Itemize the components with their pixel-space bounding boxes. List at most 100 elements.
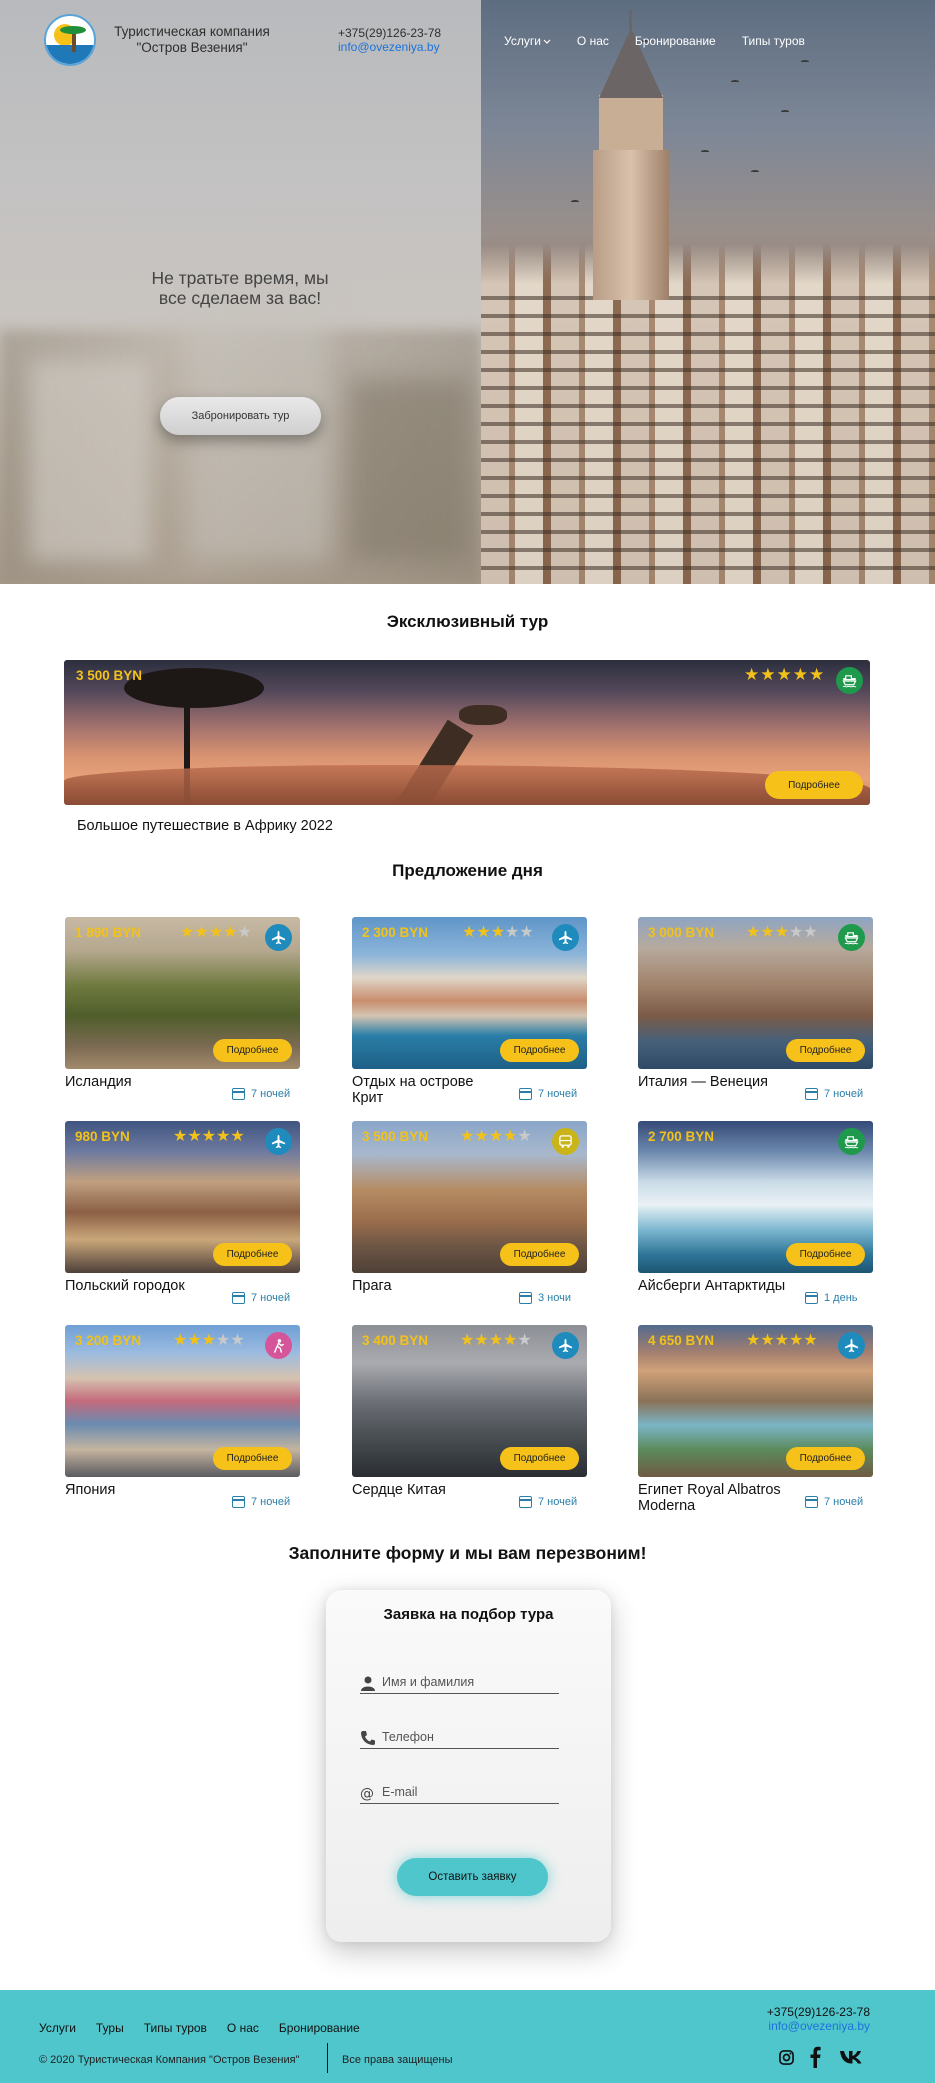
tour-title: Египет Royal Albatros Moderna: [638, 1482, 781, 1514]
star-icon: ★: [208, 924, 224, 941]
calendar-icon: [232, 1292, 245, 1304]
tour-duration-label: 7 ночей: [824, 1088, 864, 1100]
footer-nav-about[interactable]: О нас: [227, 2021, 259, 2035]
tour-price: 4 650 BYN: [648, 1333, 715, 1348]
calendar-icon: [805, 1292, 818, 1304]
tour-price: 3 000 BYN: [648, 925, 715, 940]
details-button[interactable]: Подробнее: [765, 771, 863, 799]
tour-duration-label: 7 ночей: [824, 1496, 864, 1508]
details-button[interactable]: Подробнее: [213, 1039, 292, 1062]
name-input[interactable]: [382, 1672, 557, 1692]
details-button[interactable]: Подробнее: [213, 1243, 292, 1266]
svg-text:@: @: [360, 1786, 374, 1801]
star-icon: ★: [789, 1332, 804, 1349]
details-button[interactable]: Подробнее: [500, 1243, 579, 1266]
star-icon: ★: [760, 1332, 775, 1349]
exclusive-tour-card[interactable]: 3 500 BYN ★★★★★ Подробнее: [64, 660, 870, 805]
nav-item-tour-types[interactable]: Типы туров: [742, 34, 805, 48]
star-icon: ★: [216, 1332, 231, 1349]
footer-divider: [327, 2043, 328, 2073]
name-field[interactable]: [360, 1672, 559, 1694]
footer-email[interactable]: info@ovezeniya.by: [700, 2019, 870, 2033]
star-icon: ★: [460, 1128, 475, 1145]
tour-photo: 980 BYN ★★★★★ Подробнее: [65, 1121, 300, 1273]
footer-phone[interactable]: +375(29)126-23-78: [700, 2005, 870, 2019]
ship-icon: [838, 924, 865, 951]
details-button[interactable]: Подробнее: [213, 1447, 292, 1470]
company-name-line2: "Остров Везения": [136, 40, 248, 55]
ship-icon: [838, 1128, 865, 1155]
instagram-icon[interactable]: [777, 2044, 795, 2070]
tour-title: Италия — Венеция: [638, 1074, 768, 1090]
star-icon: ★: [789, 924, 804, 941]
phone-icon: [361, 1731, 375, 1745]
plane-icon: [838, 1332, 865, 1359]
form-title: Заявка на подбор тура: [383, 1606, 554, 1623]
form-heading: Заполните форму и мы вам перезвоним!: [288, 1543, 647, 1563]
tour-title: Исландия: [65, 1074, 132, 1090]
book-tour-button[interactable]: Забронировать тур: [160, 397, 321, 435]
tour-photo: 3 400 BYN ★★★★★ Подробнее: [352, 1325, 587, 1477]
nav-item-services-label: Услуги: [504, 34, 541, 48]
details-button[interactable]: Подробнее: [500, 1039, 579, 1062]
star-icon: ★: [173, 1128, 188, 1145]
hero-section: Туристическая компания "Остров Везения" …: [0, 0, 935, 584]
tour-photo: 2 300 BYN ★★★★★ Подробнее: [352, 917, 587, 1069]
site-header: Туристическая компания "Остров Везения" …: [0, 0, 935, 80]
nav-item-booking[interactable]: Бронирование: [635, 34, 716, 48]
tour-photo: 3 200 BYN ★★★★★ Подробнее: [65, 1325, 300, 1477]
nav-item-services[interactable]: Услуги: [504, 34, 551, 48]
email-field[interactable]: @: [360, 1782, 559, 1804]
details-button[interactable]: Подробнее: [786, 1039, 865, 1062]
tour-title: Прага: [352, 1278, 392, 1294]
facebook-icon[interactable]: [806, 2044, 824, 2070]
footer-nav-tour-types[interactable]: Типы туров: [144, 2021, 207, 2035]
company-logo[interactable]: [44, 14, 96, 66]
details-button[interactable]: Подробнее: [786, 1447, 865, 1470]
plane-icon: [552, 924, 579, 951]
tour-photo: 3 000 BYN ★★★★★ Подробнее: [638, 917, 873, 1069]
star-icon: ★: [187, 1128, 202, 1145]
phone-field[interactable]: [360, 1727, 559, 1749]
tour-title: Айсберги Антарктиды: [638, 1278, 786, 1294]
email-input[interactable]: [382, 1782, 557, 1802]
tour-duration: 7 ночей: [519, 1088, 577, 1100]
footer-nav-tours[interactable]: Туры: [96, 2021, 124, 2035]
submit-request-button[interactable]: Оставить заявку: [397, 1858, 548, 1896]
footer-nav-services[interactable]: Услуги: [39, 2021, 76, 2035]
details-button[interactable]: Подробнее: [786, 1243, 865, 1266]
footer-nav-booking[interactable]: Бронирование: [279, 2021, 360, 2035]
star-icon: ★: [746, 1332, 761, 1349]
tour-duration-label: 1 день: [824, 1292, 858, 1304]
star-icon: ★: [519, 924, 534, 941]
header-email[interactable]: info@ovezeniya.by: [338, 40, 441, 54]
tour-title: Сердце Китая: [352, 1482, 446, 1498]
star-icon: ★: [237, 924, 252, 941]
star-icon: ★: [462, 924, 477, 941]
rights-reserved: Все права защищены: [342, 2054, 453, 2066]
tour-request-form: Заявка на подбор тура @ Оставить заявку: [326, 1590, 611, 1942]
star-rating: ★★★★★: [746, 1330, 818, 1350]
star-rating: ★★★★★: [173, 1330, 245, 1350]
star-icon: ★: [201, 1332, 217, 1349]
tour-photo: 2 700 BYN Подробнее: [638, 1121, 873, 1273]
calendar-icon: [519, 1496, 532, 1508]
tour-duration-label: 7 ночей: [251, 1292, 291, 1304]
star-rating: ★★★★★: [180, 922, 252, 942]
phone-input[interactable]: [382, 1727, 557, 1747]
tour-price: 2 300 BYN: [362, 925, 429, 940]
tour-duration-label: 7 ночей: [251, 1496, 291, 1508]
nav-item-about[interactable]: О нас: [577, 34, 609, 48]
offers-heading: Предложение дня: [392, 861, 543, 880]
tour-duration: 1 день: [805, 1292, 858, 1304]
details-button[interactable]: Подробнее: [500, 1447, 579, 1470]
tour-title: Отдых на острове Крит: [352, 1074, 474, 1106]
tour-duration-label: 7 ночей: [538, 1496, 578, 1508]
star-icon: ★: [223, 924, 238, 941]
header-phone[interactable]: +375(29)126-23-78: [338, 26, 441, 40]
star-icon: ★: [809, 665, 826, 684]
tour-price: 3 500 BYN: [362, 1129, 429, 1144]
tour-price: 3 500 BYN: [76, 668, 143, 683]
vk-icon[interactable]: [837, 2044, 867, 2070]
tour-price: 3 200 BYN: [75, 1333, 142, 1348]
